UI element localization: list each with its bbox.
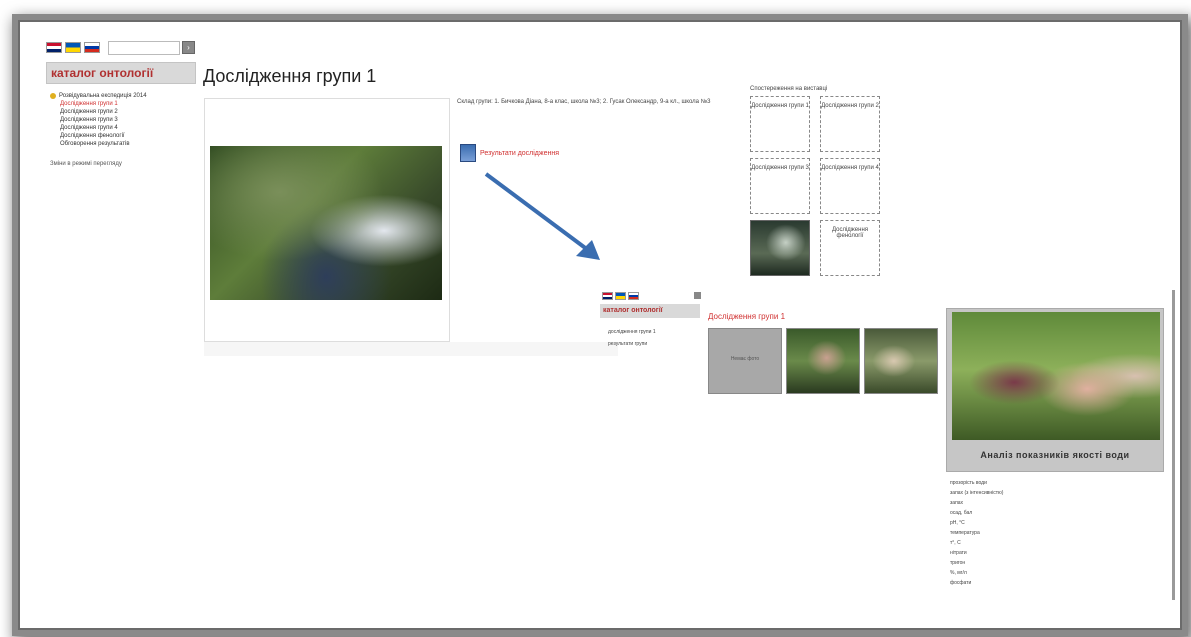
list-item: т°, С — [950, 540, 961, 546]
group-photo[interactable] — [210, 146, 442, 300]
list-item: прозорість води — [950, 480, 987, 486]
thumbnail-photo-2[interactable] — [864, 328, 938, 394]
group-cell-3[interactable]: Дослідження групи 3 — [750, 158, 810, 214]
group-cell-1[interactable]: Дослідження групи 1 — [750, 96, 810, 152]
language-flags — [46, 42, 106, 54]
group-cell-4[interactable]: Дослідження групи 4 — [820, 158, 880, 214]
ukrainian-flag-icon[interactable] — [615, 292, 626, 300]
featured-photo[interactable] — [952, 312, 1160, 440]
russian-flag-icon[interactable] — [84, 42, 100, 53]
second-language-flags — [602, 292, 642, 302]
sidebar-item-group-3[interactable]: Дослідження групи 3 — [50, 116, 210, 124]
results-link-row[interactable]: Результати дослідження — [460, 144, 559, 162]
sidebar-group-label: Розвідувальна експедиція 2014 — [59, 93, 147, 99]
list-item: тригон — [950, 560, 966, 566]
second-page-title: Дослідження групи 1 — [708, 312, 786, 321]
second-catalog-title[interactable]: каталог онтології — [600, 304, 700, 318]
catalog-title[interactable]: каталог онтології — [46, 62, 196, 84]
english-flag-icon[interactable] — [46, 42, 62, 53]
list-item: %, мг/л — [950, 570, 967, 576]
list-item: запах (з інтенсивністю) — [950, 490, 1004, 496]
search-button[interactable]: › — [182, 41, 195, 54]
group-cell-2[interactable]: Дослідження групи 2 — [820, 96, 880, 152]
vertical-scrollbar[interactable] — [1172, 290, 1175, 600]
sidebar-item-group-1[interactable]: Дослідження групи 1 — [50, 100, 210, 108]
document-icon — [460, 144, 476, 162]
group-composition: Склад групи: 1. Бичкова Діана, 8-а клас,… — [457, 99, 711, 105]
water-parameters-list: прозорість води запах (з інтенсивністю) … — [950, 478, 1003, 588]
second-sidebar-menu: дослідження групи 1 результати групи — [608, 326, 656, 350]
pointer-arrow-icon — [484, 172, 600, 260]
search-input[interactable] — [108, 41, 180, 55]
list-item: запах — [950, 500, 964, 506]
results-link[interactable]: Результати дослідження — [480, 150, 559, 157]
sidebar-item-group-4[interactable]: Дослідження групи 4 — [50, 124, 210, 132]
russian-flag-icon[interactable] — [628, 292, 639, 300]
screenshot-frame: › каталог онтології Розвідувальна експед… — [18, 20, 1182, 630]
group-cell-phenology[interactable]: Дослідження фенології — [820, 220, 880, 276]
second-search-button[interactable] — [694, 292, 701, 299]
groups-panel-title: Спостереження на виставці — [750, 86, 828, 92]
list-item: осад, бал — [950, 510, 973, 516]
list-item: температура — [950, 530, 980, 536]
sidebar-group[interactable]: Розвідувальна експедиція 2014 — [50, 92, 210, 100]
sidebar-item-phenology[interactable]: Дослідження фенології — [50, 132, 210, 140]
view-mode-link[interactable]: Зміни в режимі перегляду — [50, 160, 210, 168]
english-flag-icon[interactable] — [602, 292, 613, 300]
sidebar-item-group-2[interactable]: Дослідження групи 2 — [50, 108, 210, 116]
sidebar-item-discussion[interactable]: Обговорення результатів — [50, 140, 210, 148]
page-title: Дослідження групи 1 — [203, 66, 377, 86]
sidebar-menu: Розвідувальна експедиція 2014 Дослідженн… — [50, 92, 210, 168]
thumbnail-placeholder[interactable]: Немає фото — [708, 328, 782, 394]
second-sidebar-item-1[interactable]: дослідження групи 1 — [608, 326, 656, 338]
featured-caption: Аналіз показників якості води — [980, 450, 1130, 460]
list-item: рН, °С — [950, 520, 965, 526]
content-footer — [204, 342, 618, 356]
group-cell-photo[interactable] — [750, 220, 810, 276]
folder-icon — [50, 93, 56, 99]
ukrainian-flag-icon[interactable] — [65, 42, 81, 53]
thumbnail-photo-1[interactable] — [786, 328, 860, 394]
list-item: фосфати — [950, 580, 972, 586]
list-item: нітрати — [950, 550, 967, 556]
second-sidebar-item-2[interactable]: результати групи — [608, 338, 656, 350]
